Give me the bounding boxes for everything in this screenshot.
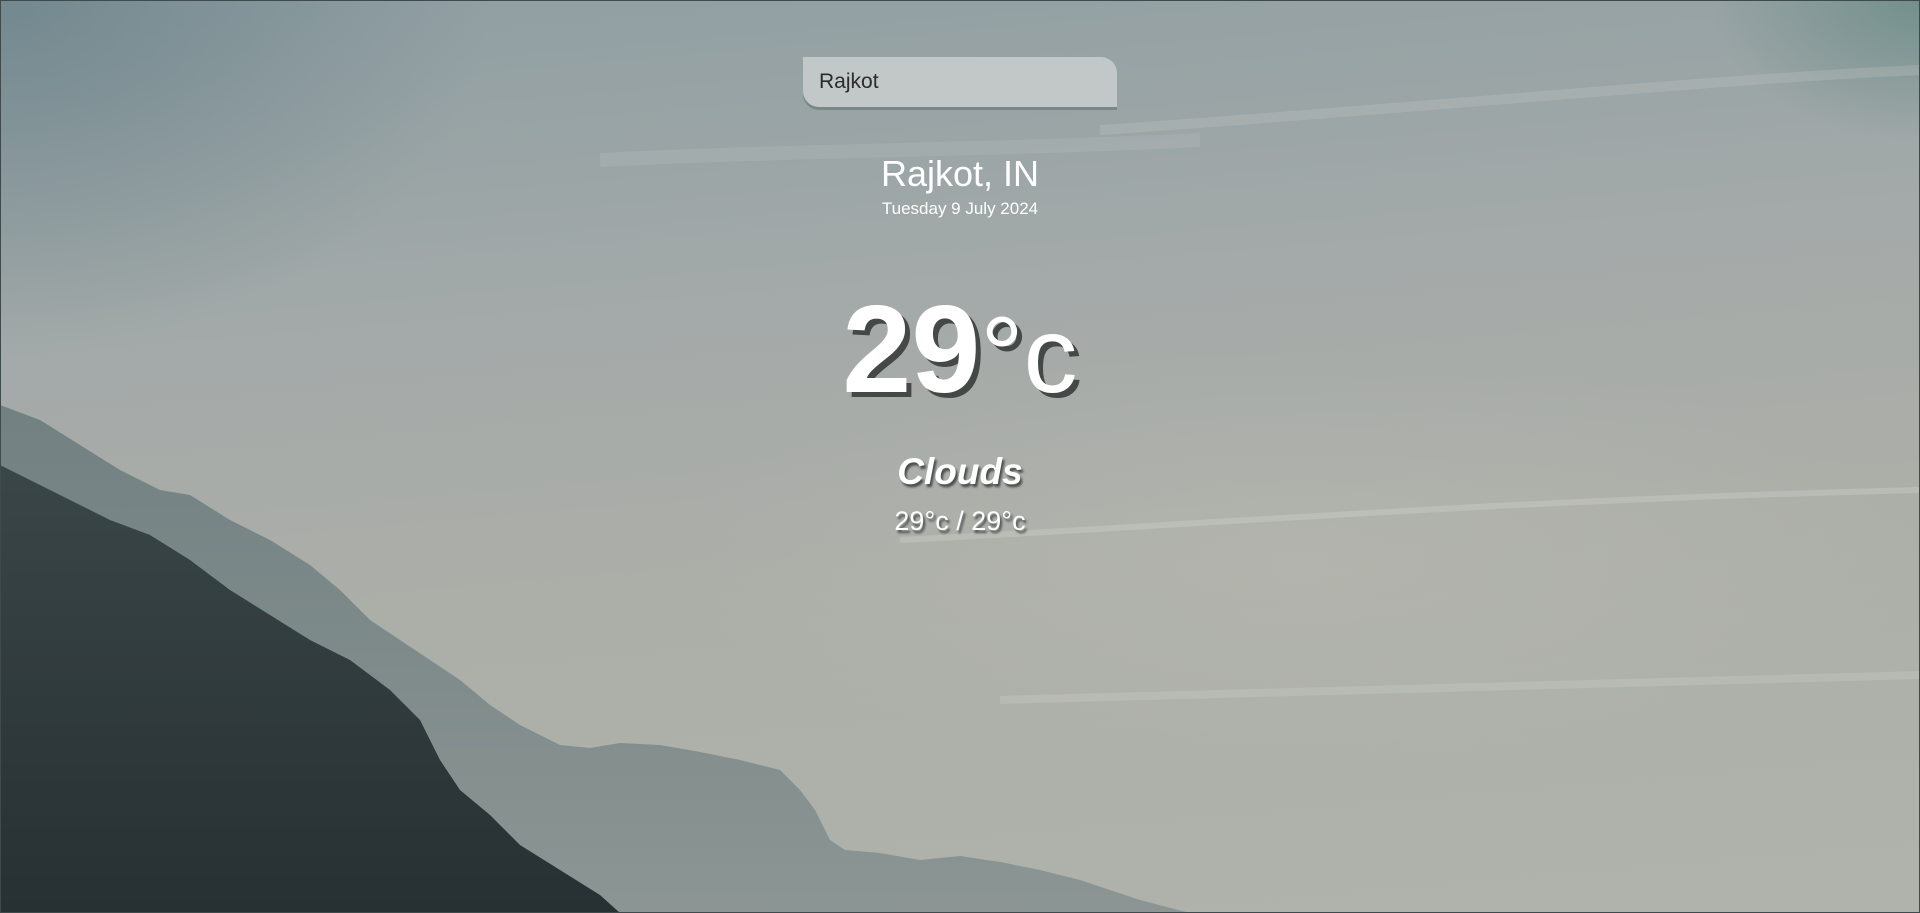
city-search-input[interactable] <box>803 57 1117 107</box>
current-date: Tuesday 9 July 2024 <box>881 199 1039 218</box>
temperature-value: 29 <box>842 281 981 419</box>
city-name: Rajkot, IN <box>880 153 1040 194</box>
temperature-unit: °c <box>980 294 1078 415</box>
current-temperature: 29°c <box>842 275 1077 430</box>
location-panel: Rajkot, IN Tuesday 9 July 2024 <box>0 150 1920 220</box>
weather-panel: Clouds 29°c / 29°c <box>0 448 1920 539</box>
high-low-temperature: 29°c / 29°c <box>894 506 1026 536</box>
temperature-panel: 29°c <box>0 275 1920 430</box>
weather-condition: Clouds <box>897 451 1023 492</box>
